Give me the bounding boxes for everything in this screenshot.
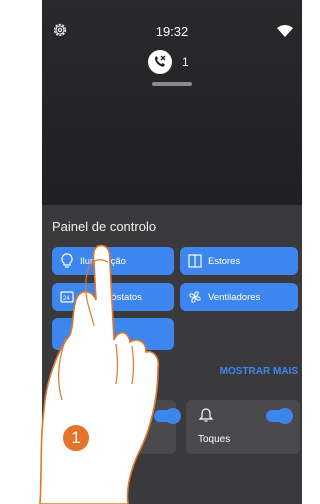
missed-call-icon — [148, 50, 172, 74]
card-label: Toques — [198, 434, 231, 445]
wifi-icon — [277, 25, 293, 37]
tile-energy[interactable]: ergia 4.2W — [52, 318, 174, 350]
ringtones-toggle[interactable] — [266, 408, 293, 424]
tile-label: nóstatos — [106, 292, 142, 303]
fan-icon — [189, 291, 201, 303]
tile-label: Ventiladores — [208, 292, 261, 303]
tile-shutters[interactable]: Estores — [180, 247, 298, 275]
panel-title: Painel de controlo — [52, 219, 157, 234]
missed-call-count: 1 — [182, 55, 189, 69]
svg-text:24: 24 — [63, 296, 70, 302]
card-ringtones[interactable]: Toques — [186, 400, 300, 454]
control-panel: Painel de controlo Iluminação Estores 24… — [42, 205, 302, 504]
tile-lighting[interactable]: Iluminação — [52, 247, 174, 275]
status-bar: 19:32 — [42, 0, 302, 50]
step-callout-badge: 1 — [62, 424, 90, 452]
bell-icon — [198, 408, 214, 422]
tile-label: Iluminação — [80, 256, 126, 267]
thermostat-icon: 24 — [60, 291, 74, 303]
card-label: io de voz — [88, 434, 129, 445]
tile-thermostats[interactable]: 24 nóstatos — [52, 283, 174, 311]
tile-label: Estores — [208, 256, 241, 267]
voice-message-toggle[interactable] — [154, 408, 181, 424]
toggle-knob — [165, 408, 181, 424]
tile-fans[interactable]: Ventiladores — [180, 283, 298, 311]
clock: 19:32 — [155, 24, 189, 39]
voice-message-icon — [64, 408, 80, 421]
lightbulb-icon — [61, 253, 73, 268]
toggle-knob — [277, 408, 293, 424]
tile-label: ergia — [80, 323, 102, 334]
shutter-icon — [188, 254, 202, 268]
drag-handle[interactable] — [152, 82, 192, 86]
energy-reading: 4.2W — [80, 334, 97, 341]
show-more-link[interactable]: MOSTRAR MAIS — [220, 366, 298, 377]
